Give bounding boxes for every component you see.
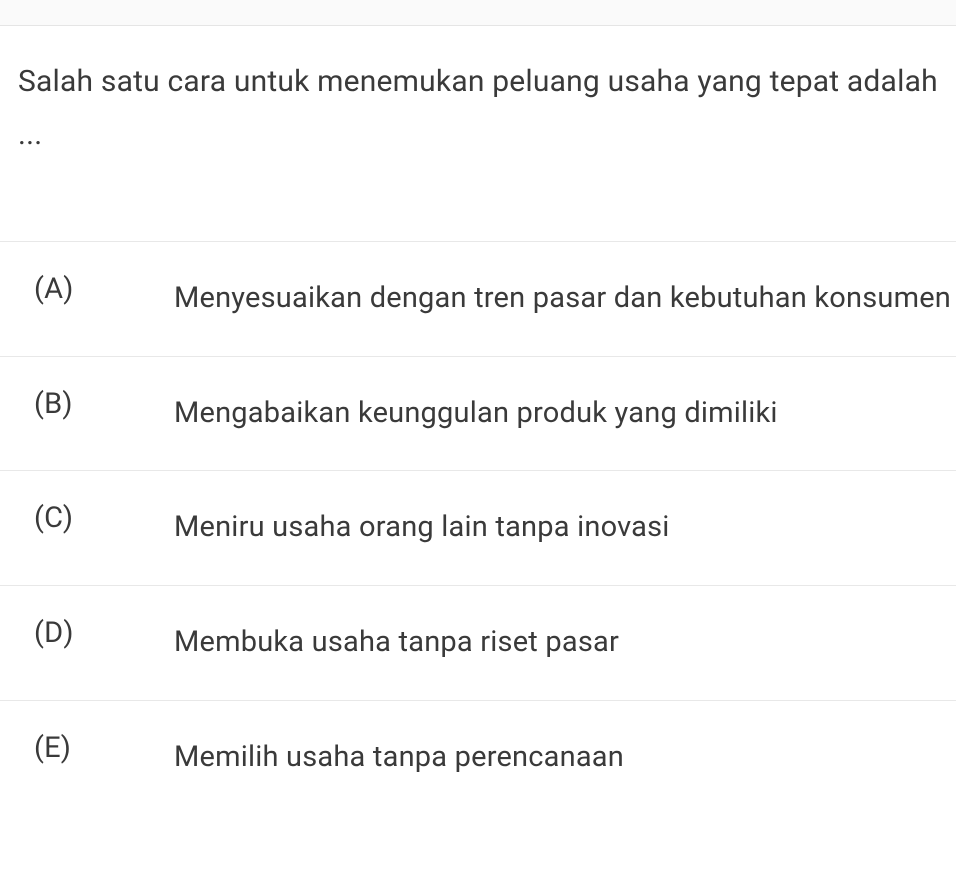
option-letter: (B) <box>34 387 174 421</box>
option-text: Meniru usaha orang lain tanpa inovasi <box>174 501 956 555</box>
question-text: Salah satu cara untuk menemukan peluang … <box>18 56 938 161</box>
option-b[interactable]: (B) Mengabaikan keunggulan produk yang d… <box>0 356 956 471</box>
option-text: Mengabaikan keunggulan produk yang dimil… <box>174 387 956 441</box>
option-d[interactable]: (D) Membuka usaha tanpa riset pasar <box>0 585 956 700</box>
option-c[interactable]: (C) Meniru usaha orang lain tanpa inovas… <box>0 470 956 585</box>
option-letter: (C) <box>34 501 174 535</box>
option-text: Menyesuaikan dengan tren pasar dan kebut… <box>174 272 956 326</box>
option-letter: (A) <box>34 272 174 306</box>
option-text: Memilih usaha tanpa perencanaan <box>174 731 956 785</box>
option-letter: (E) <box>34 731 174 765</box>
options-container: (A) Menyesuaikan dengan tren pasar dan k… <box>0 241 956 814</box>
option-a[interactable]: (A) Menyesuaikan dengan tren pasar dan k… <box>0 241 956 356</box>
option-letter: (D) <box>34 616 174 650</box>
option-text: Membuka usaha tanpa riset pasar <box>174 616 956 670</box>
option-e[interactable]: (E) Memilih usaha tanpa perencanaan <box>0 700 956 815</box>
question-container: Salah satu cara untuk menemukan peluang … <box>0 26 956 161</box>
header-bar <box>0 0 956 26</box>
